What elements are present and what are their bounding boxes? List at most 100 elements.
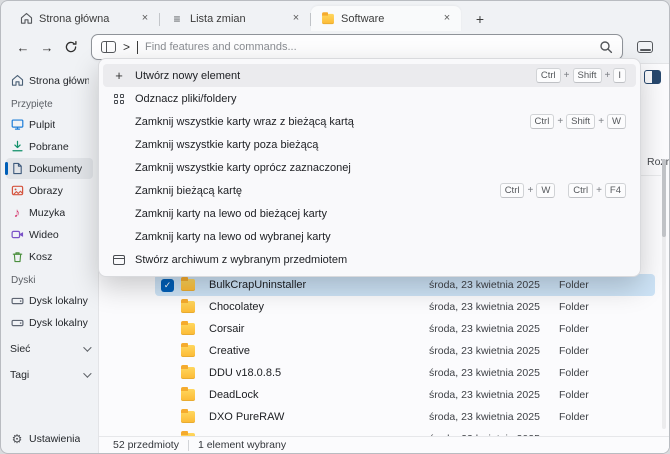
file-row-bulkcrapuninstaller[interactable]: ✓ BulkCrapUninstaller środa, 23 kwietnia… [155, 274, 655, 296]
sidebar-section-drives: Dyski [11, 275, 36, 286]
keycap: Shift [566, 114, 596, 129]
tab-strona-glowna[interactable]: Strona główna × [9, 6, 159, 31]
tab-label: Strona główna [39, 12, 110, 25]
keycap: Ctrl [529, 114, 555, 129]
tab-close-icon[interactable]: × [137, 11, 153, 27]
home-icon [19, 12, 33, 25]
keycap: Ctrl [535, 68, 561, 83]
details-pane-toggle-button[interactable] [641, 67, 663, 86]
sidebar-item-wideo[interactable]: Wideo [6, 224, 93, 245]
sidebar-item-label: Dysk lokalny (D:) [29, 316, 89, 329]
keycap: W [607, 114, 626, 129]
palette-item-close-current-tab[interactable]: Zamknij bieżącą kartę Ctrl + W Ctrl + F4 [103, 179, 636, 202]
palette-item-close-tabs-left-of-current[interactable]: Zamknij karty na lewo od bieżącej karty [103, 202, 636, 225]
palette-item-close-tabs-left-of-selected[interactable]: Zamknij karty na lewo od wybranej karty [103, 225, 636, 248]
tab-label: Lista zmian [190, 12, 246, 25]
search-icon[interactable] [599, 40, 613, 54]
file-date: środa, 23 kwietnia 2025 [429, 389, 540, 401]
tab-lista-zmian[interactable]: ≡ Lista zmian × [160, 6, 310, 31]
row-checkbox[interactable]: ✓ [161, 278, 174, 292]
forward-button[interactable]: → [35, 35, 59, 59]
palette-item-label: Zamknij wszystkie karty wraz z bieżącą k… [135, 115, 354, 128]
row-checkbox[interactable] [161, 301, 174, 314]
palette-item-create-new[interactable]: + Utwórz nowy element Ctrl + Shift + I [103, 64, 636, 87]
palette-item-close-all-except-current[interactable]: Zamknij wszystkie karty poza bieżącą [103, 133, 636, 156]
sidebar-item-drive-d[interactable]: Dysk lokalny (D:) [6, 312, 93, 333]
file-type: Folder [559, 323, 589, 335]
sidebar-item-dokumenty[interactable]: Dokumenty [5, 158, 93, 179]
new-tab-button[interactable]: + [467, 8, 493, 30]
palette-item-label: Zamknij wszystkie karty poza bieżącą [135, 138, 319, 151]
file-type: Folder [559, 301, 589, 313]
palette-item-close-all-incl-current[interactable]: Zamknij wszystkie karty wraz z bieżącą k… [103, 110, 636, 133]
keycap: Shift [572, 68, 602, 83]
palette-item-deselect[interactable]: Odznacz pliki/foldery [103, 87, 636, 110]
document-icon [10, 162, 24, 175]
row-checkbox[interactable] [161, 345, 174, 358]
file-row-ddu[interactable]: DDU v18.0.8.5 środa, 23 kwietnia 2025 Fo… [155, 362, 655, 384]
files-app-window: Strona główna × ≡ Lista zmian × Software… [0, 0, 670, 454]
sidebar-item-muzyka[interactable]: ♪ Muzyka [6, 202, 93, 223]
folder-icon [181, 408, 195, 423]
refresh-button[interactable] [59, 35, 83, 59]
shortcut-hint: Ctrl + Shift + I [535, 68, 626, 83]
file-date: środa, 23 kwietnia 2025 [429, 323, 540, 335]
back-button[interactable]: ← [11, 35, 35, 59]
tab-close-icon[interactable]: × [288, 11, 304, 27]
split-pane-icon [643, 69, 661, 84]
sidebar-item-settings[interactable]: ⚙ Ustawienia [6, 428, 93, 449]
sidebar-item-label: Kosz [29, 250, 53, 263]
file-row-deadlock[interactable]: DeadLock środa, 23 kwietnia 2025 Folder [155, 384, 655, 406]
palette-item-label: Zamknij karty na lewo od wybranej karty [135, 230, 331, 243]
file-row-creative[interactable]: Creative środa, 23 kwietnia 2025 Folder [155, 340, 655, 362]
file-row-dxo-pureraw[interactable]: DXO PureRAW środa, 23 kwietnia 2025 Fold… [155, 406, 655, 428]
palette-item-close-all-except-selected[interactable]: Zamknij wszystkie karty oprócz zaznaczon… [103, 156, 636, 179]
titlebar: Strona główna × ≡ Lista zmian × Software… [1, 1, 669, 31]
sidebar-section-pinned: Przypięte [11, 99, 53, 110]
sidebar-item-label: Obrazy [29, 184, 63, 197]
sidebar-item-label: Muzyka [29, 206, 66, 219]
folder-icon [181, 276, 195, 291]
row-checkbox[interactable] [161, 411, 174, 424]
tab-software-active[interactable]: Software × [311, 6, 461, 31]
chevron-down-icon [83, 342, 92, 352]
keycap: Ctrl [568, 183, 594, 198]
file-type: Folder [559, 411, 589, 423]
file-name: DDU v18.0.8.5 [209, 367, 282, 379]
file-name: Creative [209, 345, 250, 357]
command-search-input[interactable]: > Find features and commands... [91, 34, 623, 60]
plus-separator: + [596, 185, 602, 196]
sidebar-item-kosz[interactable]: Kosz [6, 246, 93, 267]
drive-icon [10, 316, 24, 329]
tab-close-icon[interactable]: × [439, 11, 455, 27]
sidebar-item-home[interactable]: Strona główna [6, 70, 93, 91]
recycle-bin-icon [10, 250, 24, 263]
sidebar-item-label: Tagi [10, 368, 30, 381]
row-checkbox[interactable] [161, 367, 174, 380]
sidebar-item-obrazy[interactable]: Obrazy [6, 180, 93, 201]
sidebar-item-drive-c[interactable]: Dysk lokalny (C:) [6, 290, 93, 311]
file-date: środa, 23 kwietnia 2025 [429, 279, 540, 291]
desktop-icon [10, 118, 24, 131]
sidebar-item-pobrane[interactable]: Pobrane [6, 136, 93, 157]
row-checkbox[interactable] [161, 323, 174, 336]
vertical-scrollbar[interactable] [662, 159, 666, 429]
sidebar-item-pulpit[interactable]: Pulpit [6, 114, 93, 135]
file-row-corsair[interactable]: Corsair środa, 23 kwietnia 2025 Folder [155, 318, 655, 340]
file-name: Corsair [209, 323, 245, 335]
palette-item-label: Zamknij karty na lewo od bieżącej karty [135, 207, 327, 220]
toggle-shelf-button[interactable] [631, 35, 659, 59]
file-row-chocolatey[interactable]: Chocolatey środa, 23 kwietnia 2025 Folde… [155, 296, 655, 318]
status-divider [187, 439, 189, 451]
folder-icon [181, 298, 195, 313]
file-name: DeadLock [209, 389, 259, 401]
sidebar-item-network[interactable]: Sieć [6, 338, 93, 359]
palette-item-create-archive[interactable]: Stwórz archiwum z wybranym przedmiotem [103, 248, 636, 271]
scrollbar-thumb[interactable] [662, 159, 666, 237]
omnibar-panel-icon [101, 41, 116, 53]
sidebar-item-tags[interactable]: Tagi [6, 364, 93, 385]
home-icon [10, 74, 24, 87]
row-checkbox[interactable] [161, 389, 174, 402]
keycap: W [536, 183, 556, 198]
selected-count: 1 element wybrany [197, 439, 287, 451]
